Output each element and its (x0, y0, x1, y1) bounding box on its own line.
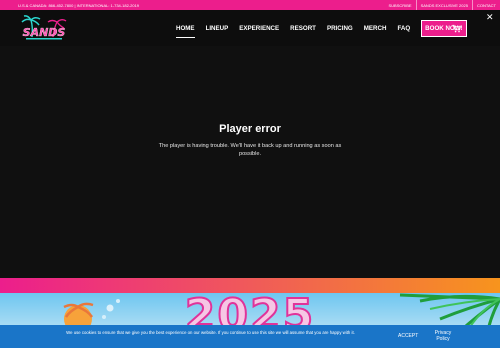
nav-lineup[interactable]: LINEUP (206, 10, 229, 46)
sands-exclusive-link[interactable]: SANDS EXCLUSIVE 2025 (417, 0, 472, 10)
player-error-title: Player error (219, 123, 281, 135)
nav-experience[interactable]: EXPERIENCE (239, 10, 279, 46)
nav-home[interactable]: HOME (176, 10, 195, 46)
video-player[interactable]: Player error The player is having troubl… (0, 46, 500, 278)
nav-merch[interactable]: MERCH (364, 10, 387, 46)
subscribe-link[interactable]: SUBSCRIBE (384, 0, 415, 10)
player-error-line-1: The player is having trouble. We'll have… (158, 143, 342, 149)
top-links: SUBSCRIBE SANDS EXCLUSIVE 2025 CONTACT (384, 0, 500, 10)
contact-link[interactable]: CONTACT (473, 0, 500, 10)
cookie-accept-button[interactable]: ACCEPT (398, 333, 418, 339)
nav-pricing[interactable]: PRICING (327, 10, 353, 46)
logo-text: SANDS (23, 26, 66, 39)
main-navigation: HOME LINEUP EXPERIENCE RESORT PRICING ME… (176, 10, 467, 46)
cart-icon[interactable] (452, 24, 461, 33)
contact-phone-line: U.S.& CANADA: 866-452-7800 | INTERNATION… (18, 3, 140, 8)
player-error-line-2: possible. (238, 151, 262, 157)
nav-faq[interactable]: FAQ (397, 10, 410, 46)
site-header: SANDS HOME LINEUP EXPERIENCE RESORT PRIC… (0, 10, 500, 46)
cookie-message: We use cookies to ensure that we give yo… (66, 330, 355, 335)
cookie-consent-bar: We use cookies to ensure that we give yo… (0, 325, 500, 348)
player-error-message: The player is having trouble. We'll have… (0, 142, 500, 158)
privacy-policy-link[interactable]: Privacy Policy (430, 330, 456, 342)
close-icon[interactable]: ✕ (486, 13, 494, 22)
nav-resort[interactable]: RESORT (290, 10, 316, 46)
top-contact-bar: U.S.& CANADA: 866-452-7800 | INTERNATION… (0, 0, 500, 10)
sands-logo[interactable]: SANDS (18, 13, 70, 43)
